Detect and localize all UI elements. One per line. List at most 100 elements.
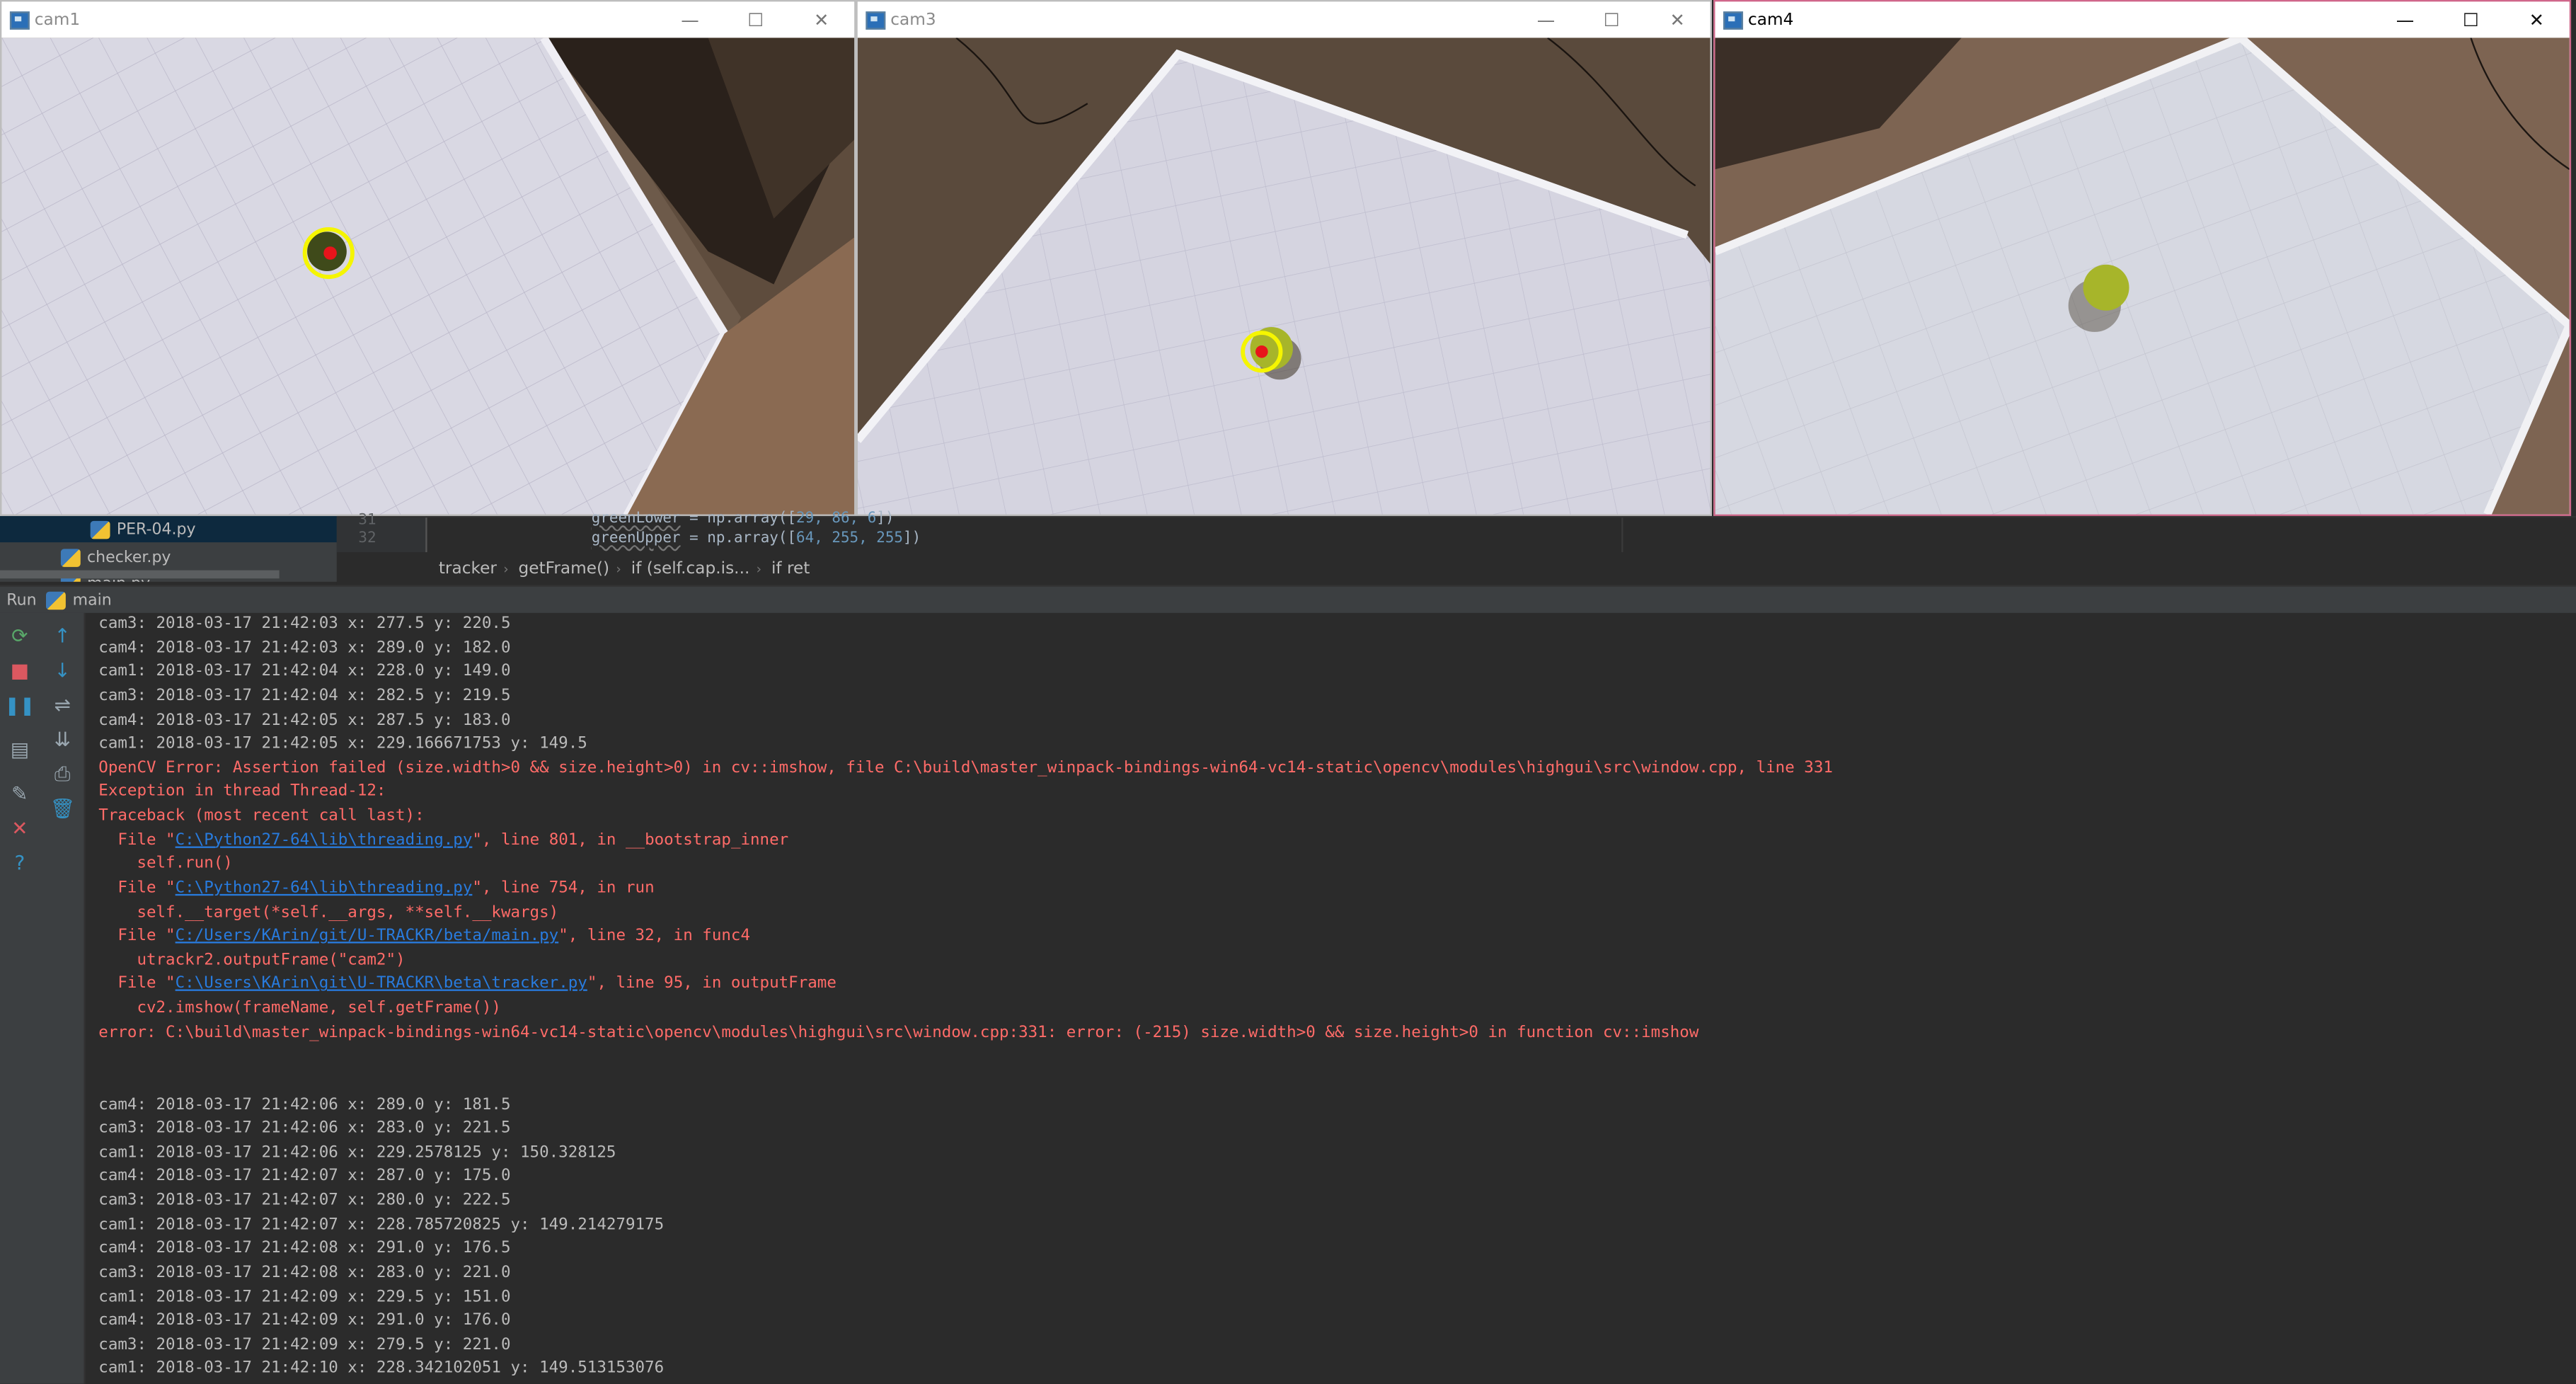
console-line: File "C:\Python27-64\lib\threading.py", … [98,830,789,850]
code-line[interactable]: greenLower = np.array([29, 86, 6]) [592,511,895,527]
stop-icon[interactable]: ■ [6,658,33,684]
down-arrow-icon[interactable]: ↓ [50,658,76,684]
run-tool-window-header: Run main [0,585,2576,613]
cam4-title-bar[interactable]: cam4 — ☐ ✕ [1715,1,2570,38]
code-line[interactable]: greenUpper = np.array([64, 255, 255]) [592,531,921,547]
minimize-icon[interactable]: — [657,1,723,38]
tracker-center [1255,345,1268,358]
console-line: cam3: 2018-03-17 21:42:07 x: 280.0 y: 22… [98,1191,511,1210]
run-toolbar: ⟳ ■ ❚❚ ▤ ✎ ✕ ? ↑ ↓ ⇌ ⇊ ⎙ 🗑 [0,612,86,1384]
print-icon[interactable]: ⎙ [50,761,76,787]
close-icon[interactable]: ✕ [788,1,854,38]
maximize-icon[interactable]: ☐ [723,1,788,38]
project-file-tree: PER-04.py checker.py main.py [0,515,337,582]
python-file-icon [90,520,110,539]
breadcrumb-item[interactable]: getFrame() [519,559,610,578]
console-line: cam1: 2018-03-17 21:42:06 x: 229.2578125… [98,1143,616,1162]
console-line: Exception in thread Thread-12: [98,782,386,801]
opencv-window-icon [9,11,30,29]
console-line: error: C:\build\master_winpack-bindings-… [98,1023,1699,1041]
console-line: File "C:\Users\KArin\git\U-TRACKR\beta\t… [98,975,836,994]
cam1-video-frame [1,38,855,515]
scroll-to-end-icon[interactable]: ⇊ [50,726,76,753]
file-item[interactable]: PER-04.py [0,515,337,543]
console-line: File "C:/Users/KArin/git/U-TRACKR/beta/m… [98,927,751,946]
console-line: cam4: 2018-03-17 21:42:03 x: 289.0 y: 18… [98,639,511,657]
run-panel-label: Run [6,590,37,610]
console-output[interactable]: cam3: 2018-03-17 21:42:03 x: 277.5 y: 22… [85,612,2576,1384]
file-name: checker.py [87,548,171,566]
cam4-title: cam4 [1748,11,1794,29]
desktop: cam1 — ☐ ✕ cam3 — ☐ ✕ cam4 — ☐ ✕ PER-04.… [0,0,2576,1384]
console-line: cam4: 2018-03-17 21:42:09 x: 291.0 y: 17… [98,1311,511,1330]
close-icon[interactable]: ✕ [1645,1,1710,38]
help-icon[interactable]: ? [6,850,33,876]
console-line: cam3: 2018-03-17 21:42:04 x: 282.5 y: 21… [98,687,511,705]
console-line: cam4: 2018-03-17 21:42:08 x: 291.0 y: 17… [98,1239,511,1258]
console-line: cam1: 2018-03-17 21:42:09 x: 229.5 y: 15… [98,1287,511,1306]
pin-icon[interactable]: ✎ [6,781,33,807]
console-line: cam3: 2018-03-17 21:42:09 x: 279.5 y: 22… [98,1335,511,1354]
console-line: File "C:\Python27-64\lib\threading.py", … [98,879,655,898]
cam1-title: cam1 [34,11,81,29]
cam3-video-frame [857,38,1710,515]
cam4-video-frame [1715,38,2570,515]
minimize-icon[interactable]: — [2372,1,2438,38]
traceback-file-link[interactable]: C:\Users\KArin\git\U-TRACKR\beta\tracker… [176,975,587,993]
run-config-tab[interactable]: main [73,591,112,610]
console-line: utrackr2.outputFrame("cam2") [98,951,406,970]
close-icon[interactable]: ✕ [6,815,33,841]
ball-untracked [2083,264,2129,311]
traceback-file-link[interactable]: C:\Python27-64\lib\threading.py [176,831,473,850]
console-line: cam1: 2018-03-17 21:42:04 x: 228.0 y: 14… [98,663,511,681]
console-line: cam4: 2018-03-17 21:42:07 x: 287.0 y: 17… [98,1167,511,1186]
breadcrumb-item[interactable]: if ret [771,559,810,578]
console-line: cam1: 2018-03-17 21:42:05 x: 229.1666717… [98,734,587,753]
breadcrumb-item[interactable]: if (self.cap.is... [631,559,750,578]
line-number: 31 [358,513,376,530]
cam1-title-bar[interactable]: cam1 — ☐ ✕ [1,1,855,38]
console-line: OpenCV Error: Assertion failed (size.wid… [98,758,1833,777]
traceback-file-link[interactable]: C:/Users/KArin/git/U-TRACKR/beta/main.py [176,927,559,946]
soft-wrap-icon[interactable]: ⇌ [50,692,76,718]
python-file-icon [60,548,81,566]
line-number: 32 [358,530,376,548]
maximize-icon[interactable]: ☐ [2438,1,2504,38]
console-line: cam1: 2018-03-17 21:42:07 x: 228.7857208… [98,1215,665,1234]
pause-icon[interactable]: ❚❚ [4,692,35,718]
console-line: self.run() [98,854,233,874]
rerun-icon[interactable]: ⟳ [6,623,33,649]
file-item[interactable]: checker.py [0,544,337,570]
cam3-window[interactable]: cam3 — ☐ ✕ [856,0,1712,516]
cam3-title-bar[interactable]: cam3 — ☐ ✕ [857,1,1710,38]
console-line: cam3: 2018-03-17 21:42:03 x: 277.5 y: 22… [98,614,511,633]
up-arrow-icon[interactable]: ↑ [50,623,76,649]
cam4-window[interactable]: cam4 — ☐ ✕ [1713,0,2572,516]
right-margin-guide [1621,517,1623,554]
console-line: cam4: 2018-03-17 21:42:06 x: 289.0 y: 18… [98,1095,511,1114]
minimize-icon[interactable]: — [1513,1,1579,38]
python-run-config-icon [46,590,67,610]
layout-icon[interactable]: ▤ [6,736,33,762]
horizontal-scrollbar[interactable] [0,570,280,579]
console-line: cam3: 2018-03-17 21:42:08 x: 283.0 y: 22… [98,1263,511,1282]
line-gutter: 31 32 [336,513,427,554]
console-line: self.__target(*self.__args, **self.__kwa… [98,903,559,922]
traceback-file-link[interactable]: C:\Python27-64\lib\threading.py [176,879,473,898]
cam1-window[interactable]: cam1 — ☐ ✕ [0,0,856,516]
console-line: Traceback (most recent call last): [98,806,425,825]
trash-icon[interactable]: 🗑 [50,796,76,822]
opencv-window-icon [1723,11,1744,29]
console-line: cam3: 2018-03-17 21:42:06 x: 283.0 y: 22… [98,1119,511,1138]
close-icon[interactable]: ✕ [2504,1,2570,38]
code-editor[interactable]: 31 32 greenLower = np.array([29, 86, 6])… [336,511,2576,554]
tracker-center [323,246,337,260]
file-name: PER-04.py [116,520,196,539]
maximize-icon[interactable]: ☐ [1579,1,1645,38]
breadcrumb-item[interactable]: tracker [439,559,497,578]
console-line: cv2.imshow(frameName, self.getFrame()) [98,999,501,1017]
console-line: cam1: 2018-03-17 21:42:10 x: 228.3421020… [98,1359,665,1378]
console-line: cam4: 2018-03-17 21:42:05 x: 287.5 y: 18… [98,711,511,729]
